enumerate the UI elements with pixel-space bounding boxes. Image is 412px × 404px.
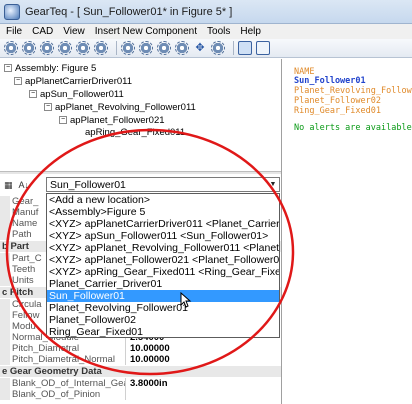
tree-label: apRing_Gear_Fixed011 — [85, 126, 186, 138]
tree-label: Assembly: Figure 5 — [15, 62, 97, 74]
combobox-value: Sun_Follower01 — [50, 179, 126, 191]
grid-value: 3.8000in — [130, 378, 168, 389]
location-combobox[interactable]: Sun_Follower01 ▼ — [46, 177, 280, 192]
dropdown-item-selected[interactable]: Sun_Follower01 — [47, 290, 279, 302]
grid-name: Blank_OD_of_Internal_Gear — [12, 378, 126, 389]
planetary-icon[interactable] — [157, 41, 171, 55]
rotate-icon[interactable] — [175, 41, 189, 55]
dropdown-item[interactable]: <Add a new location> — [47, 194, 279, 206]
output-line: Planet_Follower02 — [294, 96, 381, 106]
spur-gear-icon[interactable] — [22, 41, 36, 55]
grid-row[interactable]: Blank_OD_of_Pinion — [0, 389, 281, 400]
menu-file[interactable]: File — [6, 26, 22, 37]
left-pane: − Assembly: Figure 5 − apPlanetCarrierDr… — [0, 59, 282, 404]
position-gear-icon[interactable] — [121, 41, 135, 55]
toolbar-separator — [233, 41, 234, 55]
menu-bar: File CAD View Insert New Component Tools… — [0, 24, 412, 39]
assembly-tree: − Assembly: Figure 5 − apPlanetCarrierDr… — [0, 59, 281, 169]
gear-icon[interactable] — [4, 41, 18, 55]
categorized-icon[interactable]: ▦ — [4, 180, 13, 191]
grid-name: Pitch_Diametral_Normal — [10, 354, 126, 365]
menu-help[interactable]: Help — [240, 26, 261, 37]
mesh-gear-icon[interactable] — [139, 41, 153, 55]
helical-gear-icon[interactable] — [40, 41, 54, 55]
dropdown-item[interactable]: <XYZ> apPlanet_Revolving_Follower011 <Pl… — [47, 242, 279, 254]
location-dropdown-list: <Add a new location> <Assembly>Figure 5 … — [46, 193, 280, 338]
dropdown-item[interactable]: <XYZ> apPlanetCarrierDriver011 <Planet_C… — [47, 218, 279, 230]
output-pane: NAME Sun_Follower01 Planet_Revolving_Fol… — [284, 59, 412, 404]
dropdown-item[interactable]: Planet_Revolving_Follower01 — [47, 302, 279, 314]
cube-outline-icon[interactable] — [256, 41, 270, 55]
menu-view[interactable]: View — [63, 26, 85, 37]
grid-value: 10.00000 — [130, 343, 170, 354]
worm-gear-icon[interactable] — [94, 41, 108, 55]
tree-label: apPlanet_Revolving_Follower011 — [55, 101, 196, 113]
dropdown-item[interactable]: Ring_Gear_Fixed01 — [47, 326, 279, 337]
tree-label: apSun_Follower011 — [40, 88, 124, 100]
grid-value: 10.00000 — [130, 354, 170, 365]
output-line: Ring_Gear_Fixed01 — [294, 106, 381, 116]
chevron-down-icon[interactable]: ▼ — [267, 178, 279, 191]
collapse-icon[interactable]: − — [44, 103, 52, 111]
toolbar-separator — [116, 41, 117, 55]
dropdown-item[interactable]: <XYZ> apSun_Follower011 <Sun_Follower01> — [47, 230, 279, 242]
menu-insert-new-component[interactable]: Insert New Component — [95, 26, 197, 37]
collapse-icon[interactable]: − — [59, 116, 67, 124]
tree-node-planet-revolving[interactable]: − apPlanet_Revolving_Follower011 — [44, 101, 196, 113]
collapse-icon[interactable]: − — [14, 77, 22, 85]
output-line: Planet_Revolving_Follower01 — [294, 86, 412, 96]
tree-node-planet-follower[interactable]: − apPlanet_Follower021 — [59, 114, 165, 126]
grid-row[interactable]: Pitch_Diametral_Normal 10.00000 — [0, 354, 281, 365]
title-bar: GearTeq - [ Sun_Follower01* in Figure 5*… — [0, 0, 412, 24]
align-icon[interactable] — [211, 41, 225, 55]
bevel-gear-icon[interactable] — [58, 41, 72, 55]
tree-node-assembly[interactable]: − Assembly: Figure 5 — [4, 62, 96, 74]
dropdown-item[interactable]: Planet_Follower02 — [47, 314, 279, 326]
grid-row[interactable]: Pitch_Diametral 10.00000 — [0, 343, 281, 354]
tree-label: apPlanet_Follower021 — [70, 114, 165, 126]
alerts-status: No alerts are available — [294, 123, 412, 133]
gearteq-app-icon — [4, 3, 20, 20]
collapse-icon[interactable]: − — [29, 90, 37, 98]
rack-gear-icon[interactable] — [76, 41, 90, 55]
toolbar: ✥ — [0, 39, 412, 58]
grid-category-geometry[interactable]: e Gear Geometry Data — [0, 366, 281, 377]
dropdown-item[interactable]: <XYZ> apRing_Gear_Fixed011 <Ring_Gear_Fi… — [47, 266, 279, 278]
dropdown-item[interactable]: Planet_Carrier_Driver01 — [47, 278, 279, 290]
collapse-icon[interactable]: − — [4, 64, 12, 72]
grid-name: Blank_OD_of_Pinion — [10, 389, 126, 400]
dropdown-item[interactable]: <Assembly>Figure 5 — [47, 206, 279, 218]
grid-value — [126, 389, 281, 400]
alphabetical-sort-icon[interactable]: A↓ — [19, 180, 30, 190]
output-line-sun: Sun_Follower01 — [294, 76, 366, 86]
tree-node-ring[interactable]: apRing_Gear_Fixed011 — [85, 126, 185, 138]
grid-row[interactable]: Blank_OD_of_Internal_Gear 3.8000in — [0, 378, 281, 389]
grid-name: Pitch_Diametral — [10, 343, 126, 354]
tree-label: apPlanetCarrierDriver011 — [25, 75, 133, 87]
window-title: GearTeq - [ Sun_Follower01* in Figure 5*… — [25, 5, 233, 18]
tree-node-carrier[interactable]: − apPlanetCarrierDriver011 — [14, 75, 132, 87]
move-arrows-icon[interactable]: ✥ — [193, 41, 207, 55]
mouse-cursor-icon — [180, 292, 192, 308]
property-toolbar: ▦ A↓ — [4, 177, 44, 193]
dropdown-item[interactable]: <XYZ> apPlanet_Follower021 <Planet_Follo… — [47, 254, 279, 266]
cube-icon[interactable] — [238, 41, 252, 55]
tree-node-sun[interactable]: − apSun_Follower011 — [29, 88, 124, 100]
pane-splitter[interactable] — [0, 171, 281, 174]
menu-cad[interactable]: CAD — [32, 26, 53, 37]
menu-tools[interactable]: Tools — [207, 26, 230, 37]
